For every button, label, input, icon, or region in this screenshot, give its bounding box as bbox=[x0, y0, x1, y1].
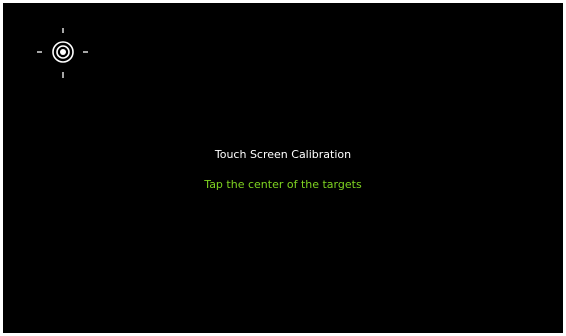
calibration-instruction: Tap the center of the targets bbox=[204, 178, 362, 191]
calibration-screen[interactable]: Touch Screen Calibration Tap the center … bbox=[3, 3, 563, 333]
target-graphic bbox=[37, 28, 88, 78]
crosshair-target-icon[interactable] bbox=[37, 28, 89, 80]
calibration-title: Touch Screen Calibration bbox=[214, 148, 352, 161]
